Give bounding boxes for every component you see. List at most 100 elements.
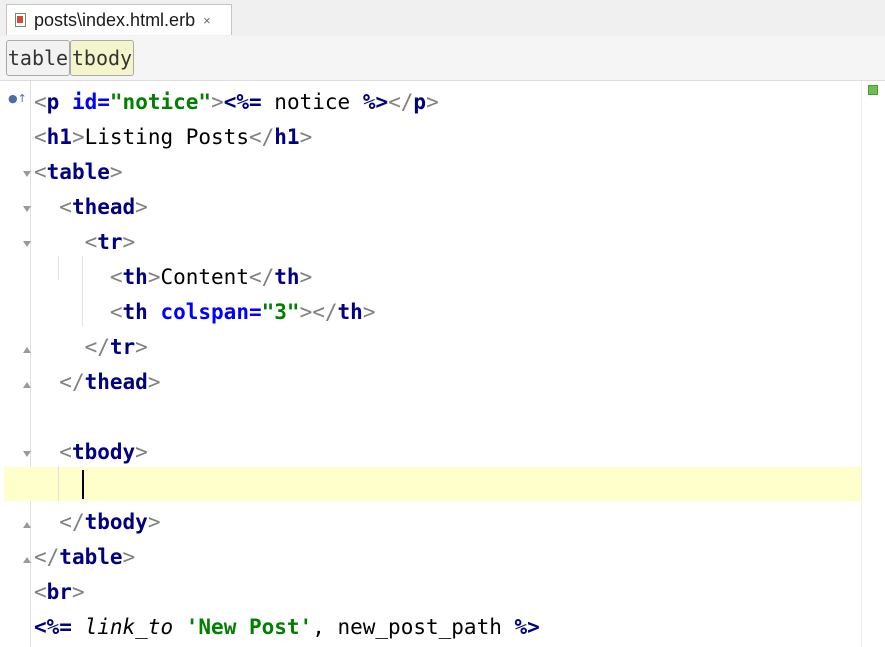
code-line[interactable]: <tr> bbox=[34, 225, 136, 260]
code-token: < bbox=[109, 300, 123, 324]
code-token: p bbox=[46, 90, 60, 114]
code-line[interactable]: </thead> bbox=[34, 365, 160, 400]
code-token: th bbox=[122, 300, 148, 324]
fold-close-icon[interactable] bbox=[23, 557, 32, 566]
error-stripe[interactable] bbox=[861, 81, 885, 647]
code-line[interactable]: <br> bbox=[34, 575, 85, 610]
code-line[interactable]: </tbody> bbox=[34, 505, 160, 540]
code-token: p bbox=[413, 90, 427, 114]
code-token: < bbox=[84, 230, 98, 254]
code-token: </ bbox=[248, 265, 275, 289]
close-icon[interactable]: × bbox=[203, 13, 211, 28]
code-editor[interactable]: ●↑ <p id="notice"><%= notice %></p> <h1>L… bbox=[0, 81, 885, 647]
code-token: > bbox=[147, 370, 161, 394]
code-token: > bbox=[362, 300, 376, 324]
code-line[interactable]: </table> bbox=[34, 540, 135, 575]
code-token: > bbox=[426, 90, 439, 114]
code-token: > bbox=[299, 300, 313, 324]
code-token: > bbox=[211, 90, 224, 114]
tab-index-html-erb[interactable]: posts\index.html.erb × bbox=[6, 4, 232, 35]
code-token: th bbox=[274, 265, 300, 289]
code-token: <%= bbox=[223, 90, 262, 114]
code-token: table bbox=[59, 545, 123, 569]
code-token: thead bbox=[84, 370, 148, 394]
fold-close-icon[interactable] bbox=[23, 347, 32, 356]
code-token: <%= bbox=[34, 615, 72, 639]
code-token: < bbox=[59, 440, 72, 464]
code-token: </ bbox=[84, 335, 110, 359]
code-token: </ bbox=[388, 90, 414, 114]
code-token: </ bbox=[248, 125, 275, 149]
code-token: notice bbox=[261, 90, 363, 114]
code-token: </ bbox=[34, 545, 60, 569]
code-token: < bbox=[109, 265, 123, 289]
breadcrumb-tbody[interactable]: tbody bbox=[70, 40, 134, 76]
code-token: %> bbox=[514, 615, 540, 639]
code-token: th bbox=[337, 300, 363, 324]
code-token: < bbox=[59, 195, 72, 219]
code-token: > bbox=[299, 125, 313, 149]
code-token: table bbox=[46, 160, 110, 184]
code-token: </ bbox=[59, 370, 85, 394]
code-token: thead bbox=[71, 195, 136, 219]
current-line-highlight bbox=[4, 467, 861, 501]
code-token: tr bbox=[109, 335, 136, 359]
code-token: Listing Posts bbox=[84, 125, 249, 149]
code-token: id= bbox=[71, 90, 110, 114]
fold-close-icon[interactable] bbox=[23, 382, 32, 391]
code-token: > bbox=[71, 580, 85, 604]
editor-tab-bar: posts\index.html.erb × bbox=[0, 0, 885, 37]
code-token: </ bbox=[59, 510, 85, 534]
code-token: tbody bbox=[84, 510, 148, 534]
code-token: > bbox=[135, 335, 148, 359]
code-token: "3" bbox=[261, 300, 300, 324]
erb-file-icon bbox=[15, 12, 28, 28]
code-line[interactable]: <th colspan="3"></th> bbox=[34, 295, 376, 330]
code-line[interactable]: <p id="notice"><%= notice %></p> bbox=[34, 85, 439, 120]
ok-status-icon[interactable] bbox=[868, 85, 878, 95]
code-line[interactable]: <tbody> bbox=[34, 435, 148, 470]
tab-title: posts\index.html.erb bbox=[34, 9, 196, 30]
indent-guide bbox=[58, 466, 59, 501]
code-line[interactable]: <%= link_to 'New Post', new_post_path %> bbox=[34, 610, 540, 645]
code-line[interactable]: <h1>Listing Posts</h1> bbox=[34, 120, 312, 155]
code-token: th bbox=[122, 265, 148, 289]
text-caret bbox=[82, 470, 84, 499]
fold-open-icon[interactable] bbox=[23, 206, 32, 215]
code-token: link_to bbox=[84, 615, 174, 639]
code-line[interactable]: <th>Content</th> bbox=[34, 260, 312, 295]
fold-open-icon[interactable] bbox=[23, 171, 32, 180]
code-token: h1 bbox=[274, 125, 300, 149]
code-token: br bbox=[46, 580, 72, 604]
code-line[interactable]: <thead> bbox=[34, 190, 148, 225]
code-line[interactable]: <table> bbox=[34, 155, 123, 190]
fold-open-icon[interactable] bbox=[23, 451, 32, 460]
code-token: "notice" bbox=[109, 90, 212, 114]
breadcrumb: table tbody bbox=[0, 36, 885, 81]
code-token: > bbox=[109, 160, 123, 184]
code-token: h1 bbox=[46, 125, 72, 149]
code-line[interactable]: </tr> bbox=[34, 330, 148, 365]
code-token: > bbox=[147, 510, 161, 534]
code-token: < bbox=[34, 160, 47, 184]
code-token: , new_post_path bbox=[312, 615, 515, 639]
code-token: > bbox=[299, 265, 313, 289]
fold-open-icon[interactable] bbox=[23, 241, 32, 250]
code-token: < bbox=[34, 125, 47, 149]
code-token: </ bbox=[312, 300, 338, 324]
code-token: colspan= bbox=[160, 300, 262, 324]
breadcrumb-table[interactable]: table bbox=[6, 40, 70, 76]
code-token: > bbox=[147, 265, 161, 289]
code-token: < bbox=[34, 580, 47, 604]
fold-close-icon[interactable] bbox=[23, 522, 32, 531]
code-token: Content bbox=[160, 265, 249, 289]
code-token: %> bbox=[362, 90, 389, 114]
